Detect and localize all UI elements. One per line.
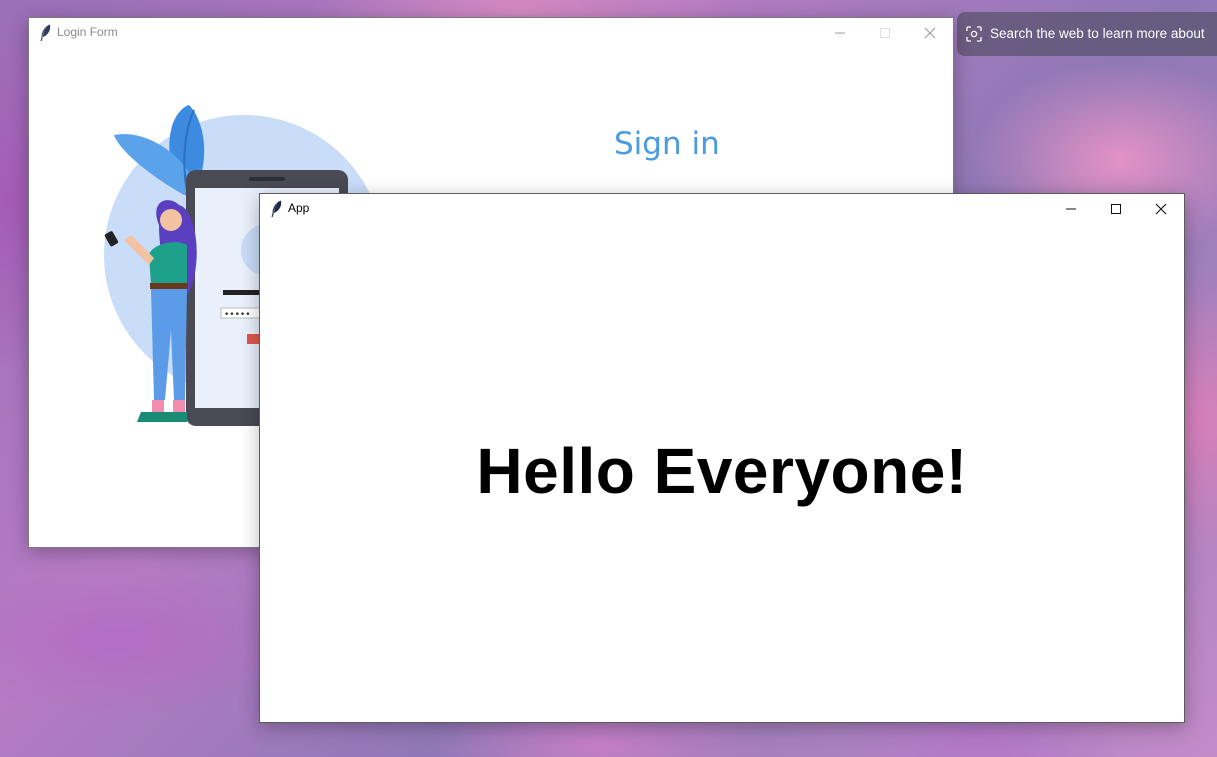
maximize-button[interactable] <box>1093 194 1139 224</box>
login-window-title: Login Form <box>57 25 118 39</box>
minimize-icon <box>1066 208 1076 210</box>
login-titlebar[interactable]: Login Form <box>29 18 953 48</box>
maximize-button[interactable] <box>862 18 908 48</box>
minimize-icon <box>835 32 845 34</box>
app-window[interactable]: App Hello Everyone! <box>259 193 1185 723</box>
close-icon <box>924 27 936 39</box>
maximize-icon <box>880 28 890 38</box>
feather-icon <box>40 24 51 42</box>
app-window-title: App <box>288 201 310 215</box>
search-web-text: Search the web to learn more about <box>990 26 1205 41</box>
password-mask-text: ••••• <box>224 310 251 320</box>
signin-heading: Sign in <box>614 126 720 162</box>
feather-icon <box>271 200 282 218</box>
visual-search-icon <box>966 26 982 42</box>
desktop-wallpaper: Search the web to learn more about Login… <box>0 0 1217 757</box>
minimize-button[interactable] <box>1048 194 1094 224</box>
close-button[interactable] <box>1138 194 1184 224</box>
maximize-icon <box>1111 204 1121 214</box>
close-button[interactable] <box>907 18 953 48</box>
close-icon <box>1155 203 1167 215</box>
minimize-button[interactable] <box>817 18 863 48</box>
hello-message: Hello Everyone! <box>476 435 968 507</box>
search-web-pill[interactable]: Search the web to learn more about <box>957 12 1217 56</box>
app-titlebar[interactable]: App <box>260 194 1184 224</box>
